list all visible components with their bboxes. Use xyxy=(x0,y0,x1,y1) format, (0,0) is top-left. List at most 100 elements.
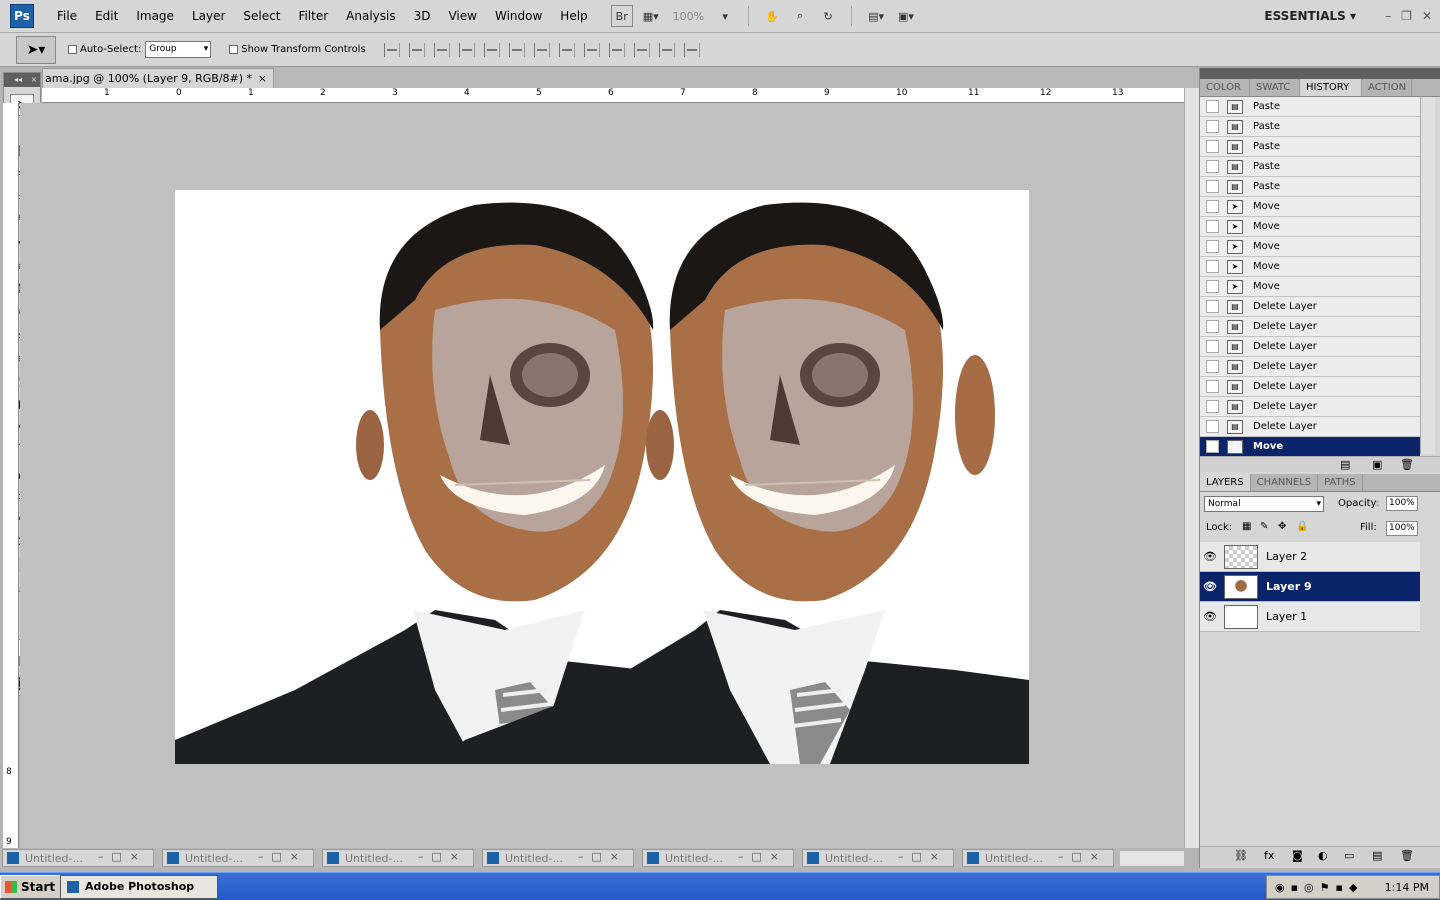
snapshot-source-checkbox[interactable] xyxy=(1206,120,1219,133)
history-state[interactable]: ▤ Paste xyxy=(1200,117,1420,137)
menu-analysis[interactable]: Analysis xyxy=(337,0,404,33)
align-right-icon[interactable] xyxy=(508,42,525,57)
minimized-document[interactable]: Untitled-... –□× xyxy=(162,849,314,867)
snapshot-source-checkbox[interactable] xyxy=(1206,200,1219,213)
snapshot-source-checkbox[interactable] xyxy=(1206,400,1219,413)
hand-tool-icon[interactable]: ✋ xyxy=(761,5,783,27)
align-top-icon[interactable] xyxy=(383,42,400,57)
opacity-field[interactable]: 100% xyxy=(1386,496,1418,511)
menu-filter[interactable]: Filter xyxy=(289,0,337,33)
tab-history[interactable]: HISTORY xyxy=(1300,79,1362,96)
trash-icon[interactable]: 🗑 xyxy=(1400,849,1414,862)
distribute-vcenter-icon[interactable] xyxy=(558,42,575,57)
lock-all-icon[interactable]: 🔒 xyxy=(1296,521,1308,532)
canvas-area[interactable] xyxy=(20,103,1184,848)
new-document-from-state-icon[interactable]: ▤ xyxy=(1340,458,1350,471)
tab-color[interactable]: COLOR xyxy=(1200,79,1250,96)
history-scrollbar[interactable] xyxy=(1420,97,1435,454)
show-transform-checkbox[interactable]: Show Transform Controls xyxy=(229,44,366,55)
fill-field[interactable]: 100% xyxy=(1386,521,1418,536)
close-icon[interactable]: ✕ xyxy=(1422,0,1432,33)
history-state[interactable]: ➤ Move xyxy=(1200,237,1420,257)
arrange-documents-icon[interactable]: ▤▾ xyxy=(864,5,888,27)
layer-mask-icon[interactable]: ◙ xyxy=(1292,849,1303,862)
visibility-eye-icon[interactable]: 👁 xyxy=(1200,550,1220,563)
history-state[interactable]: ➤ Move xyxy=(1200,437,1420,456)
history-state[interactable]: ▤ Delete Layer xyxy=(1200,357,1420,377)
snapshot-source-checkbox[interactable] xyxy=(1206,100,1219,113)
layer-style-icon[interactable]: fx xyxy=(1264,849,1274,862)
minimized-document[interactable]: Untitled-... –□× xyxy=(2,849,154,867)
visibility-eye-icon[interactable]: 👁 xyxy=(1200,610,1220,623)
workspace-switcher[interactable]: ESSENTIALS ▾ xyxy=(1264,0,1356,33)
window-controls-icon[interactable]: –□× xyxy=(578,850,627,863)
tab-swatc[interactable]: SWATC xyxy=(1250,79,1300,96)
auto-align-icon[interactable] xyxy=(683,42,700,57)
visibility-eye-icon[interactable]: 👁 xyxy=(1200,580,1220,593)
minimized-document[interactable]: Untitled-... –□× xyxy=(642,849,794,867)
align-left-icon[interactable] xyxy=(458,42,475,57)
snapshot-source-checkbox[interactable] xyxy=(1206,360,1219,373)
menu-help[interactable]: Help xyxy=(551,0,596,33)
menu-file[interactable]: File xyxy=(48,0,86,33)
close-tab-icon[interactable]: × xyxy=(258,69,267,88)
rotate-view-icon[interactable]: ↻ xyxy=(817,5,839,27)
history-state[interactable]: ➤ Move xyxy=(1200,257,1420,277)
document-image[interactable] xyxy=(175,190,1029,764)
menu-image[interactable]: Image xyxy=(127,0,183,33)
snapshot-source-checkbox[interactable] xyxy=(1206,180,1219,193)
bridge-button[interactable]: Br xyxy=(610,5,633,27)
history-state[interactable]: ▤ Delete Layer xyxy=(1200,377,1420,397)
snapshot-source-checkbox[interactable] xyxy=(1206,320,1219,333)
view-extras-icon[interactable]: ▦▾ xyxy=(639,5,663,27)
menu-edit[interactable]: Edit xyxy=(86,0,127,33)
history-list[interactable]: ▤ Paste ▤ Paste ▤ Paste ▤ Paste ▤ Paste ➤ Move ➤ Move… xyxy=(1200,97,1420,456)
window-controls-icon[interactable]: –□× xyxy=(1058,850,1107,863)
distribute-left-icon[interactable] xyxy=(608,42,625,57)
blend-mode-dropdown[interactable]: Normal xyxy=(1204,496,1324,512)
window-controls-icon[interactable]: –□× xyxy=(98,850,147,863)
history-state[interactable]: ▤ Paste xyxy=(1200,177,1420,197)
tool-preset-picker[interactable]: ➤▾ xyxy=(16,35,56,64)
start-button[interactable]: Start xyxy=(0,875,65,899)
snapshot-source-checkbox[interactable] xyxy=(1206,300,1219,313)
history-state[interactable]: ➤ Move xyxy=(1200,197,1420,217)
minimized-document[interactable]: Untitled-... –□× xyxy=(802,849,954,867)
menu-3d[interactable]: 3D xyxy=(405,0,440,33)
history-state[interactable]: ▤ Delete Layer xyxy=(1200,297,1420,317)
snapshot-source-checkbox[interactable] xyxy=(1206,260,1219,273)
history-state[interactable]: ➤ Move xyxy=(1200,277,1420,297)
window-controls-icon[interactable]: –□× xyxy=(418,850,467,863)
snapshot-source-checkbox[interactable] xyxy=(1206,280,1219,293)
lock-transparency-icon[interactable]: ▦ xyxy=(1242,521,1251,532)
lock-position-icon[interactable]: ✥ xyxy=(1278,521,1286,532)
auto-select-dropdown[interactable]: Group xyxy=(145,41,212,58)
horizontal-scrollbar[interactable] xyxy=(1120,851,1184,866)
taskbar-photoshop[interactable]: Adobe Photoshop CS4... xyxy=(60,875,218,899)
history-state[interactable]: ▤ Delete Layer xyxy=(1200,337,1420,357)
lock-pixels-icon[interactable]: ✎ xyxy=(1260,521,1268,532)
history-state[interactable]: ▤ Delete Layer xyxy=(1200,397,1420,417)
zoom-tool-icon[interactable]: ⌕ xyxy=(789,5,811,27)
layer-row[interactable]: 👁 Layer 9 xyxy=(1200,572,1420,602)
link-layers-icon[interactable]: ⛓ xyxy=(1234,849,1248,862)
minimize-icon[interactable]: – xyxy=(1385,0,1391,33)
new-snapshot-icon[interactable]: ▣ xyxy=(1372,458,1382,471)
auto-select-checkbox[interactable]: Auto-Select: xyxy=(68,44,141,55)
distribute-bottom-icon[interactable] xyxy=(583,42,600,57)
distribute-top-icon[interactable] xyxy=(533,42,550,57)
restore-icon[interactable]: ❐ xyxy=(1401,0,1412,33)
history-state[interactable]: ▤ Delete Layer xyxy=(1200,417,1420,437)
vertical-ruler[interactable]: 8 9 xyxy=(3,103,19,848)
history-state[interactable]: ▤ Paste xyxy=(1200,97,1420,117)
window-controls-icon[interactable]: –□× xyxy=(738,850,787,863)
tab-paths[interactable]: PATHS xyxy=(1318,474,1363,491)
screen-mode-icon[interactable]: ▣▾ xyxy=(894,5,918,27)
snapshot-source-checkbox[interactable] xyxy=(1206,220,1219,233)
tab-layers[interactable]: LAYERS xyxy=(1200,474,1251,491)
align-hcenter-icon[interactable] xyxy=(483,42,500,57)
horizontal-ruler[interactable]: 1 0 1 2 3 4 5 6 7 8 9 10 11 12 13 xyxy=(42,88,1184,103)
window-controls-icon[interactable]: –□× xyxy=(898,850,947,863)
minimized-document[interactable]: Untitled-... –□× xyxy=(322,849,474,867)
layer-row[interactable]: 👁 Layer 1 xyxy=(1200,602,1420,632)
